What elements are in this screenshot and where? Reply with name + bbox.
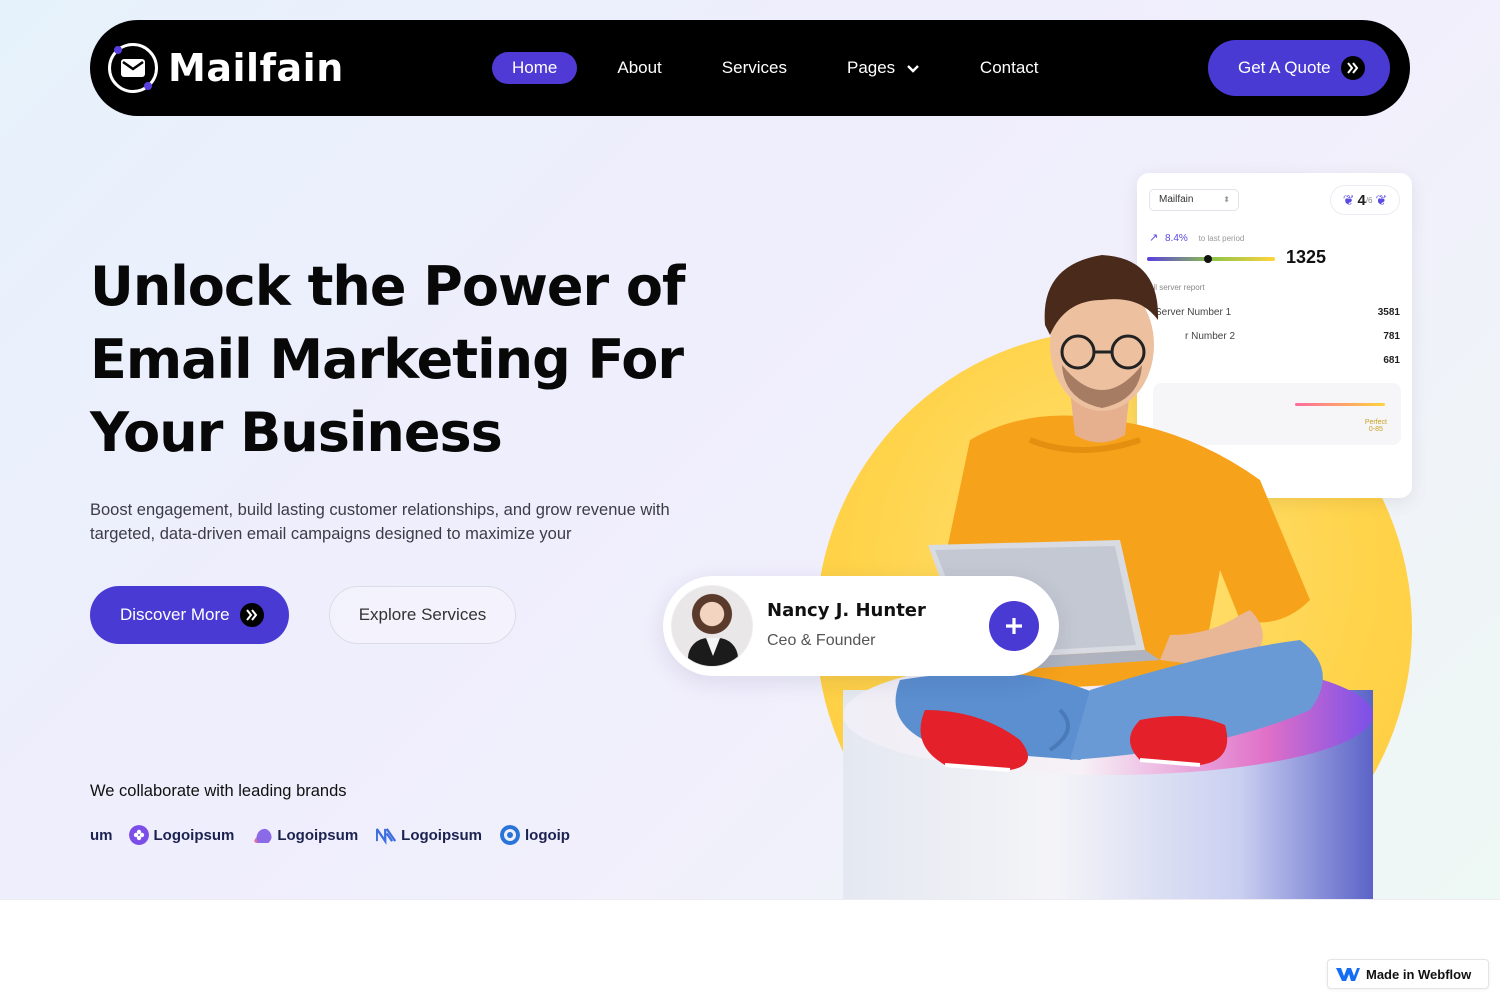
get-quote-label: Get A Quote <box>1238 58 1331 77</box>
brand-name: Logoipsum <box>277 826 359 844</box>
made-in-webflow-badge[interactable]: Made in Webflow <box>1327 959 1489 989</box>
account-select[interactable]: Mailfain ⬍ <box>1149 189 1239 211</box>
hero-headline: Unlock the Power of Email Marketing For … <box>90 250 710 469</box>
webflow-logo-icon <box>1336 968 1360 981</box>
brand-name: Logoipsum <box>401 826 482 844</box>
webflow-badge-label: Made in Webflow <box>1366 966 1472 982</box>
select-arrows-icon: ⬍ <box>1223 195 1230 204</box>
brands-label: We collaborate with leading brands <box>90 782 347 800</box>
chevron-down-icon <box>907 64 919 73</box>
brand-logo: Logoipsum <box>252 825 358 845</box>
brand-logo: logoips <box>499 825 570 845</box>
discover-more-button[interactable]: Discover More <box>90 586 289 644</box>
account-select-value: Mailfain <box>1159 194 1194 205</box>
nav-pages-label: Pages <box>846 58 896 77</box>
brands-carousel: um Logoipsum Logoipsum Logoipsum logoips <box>90 820 570 850</box>
explore-services-button[interactable]: Explore Services <box>329 586 516 644</box>
laurel-left-icon: ❦ <box>1342 191 1355 208</box>
double-chevron-right-icon <box>239 603 264 627</box>
brand-name: Mailfain <box>168 46 344 90</box>
navbar: Mailfain Home About Services Pages Conta… <box>90 20 1410 116</box>
profile-name: Nancy J. Hunter <box>767 600 926 621</box>
brand-logo: um <box>90 826 113 844</box>
rating-value: 4 <box>1357 191 1366 209</box>
get-quote-button[interactable]: Get A Quote <box>1208 40 1390 96</box>
brand-logo: Logoipsum <box>376 825 482 845</box>
headline-line-3: Your Business <box>90 401 503 464</box>
double-chevron-right-icon <box>1340 56 1365 80</box>
headline-line-1: Unlock the Power of <box>90 255 686 318</box>
discover-more-label: Discover More <box>120 605 230 624</box>
plus-icon <box>1006 618 1022 634</box>
rating-badge: ❦ 4 /6 ❦ <box>1330 185 1400 215</box>
logo[interactable]: Mailfain <box>108 42 344 94</box>
nav-pages[interactable]: Pages <box>827 52 940 84</box>
logoipsum-icon <box>499 825 520 845</box>
laurel-right-icon: ❦ <box>1375 191 1388 208</box>
nav-contact[interactable]: Contact <box>960 52 1059 84</box>
hero-section: Mailfain Home About Services Pages Conta… <box>0 0 1500 900</box>
hero-subtext: Boost engagement, build lasting customer… <box>90 501 670 543</box>
logoipsum-icon <box>128 825 149 845</box>
profile-card: Nancy J. Hunter Ceo & Founder <box>663 576 1059 676</box>
rating-max: /6 <box>1365 195 1373 205</box>
nav-services[interactable]: Services <box>702 52 807 84</box>
main-menu: Home About Services Pages Contact <box>492 52 1079 84</box>
logoipsum-icon <box>254 828 272 843</box>
man-with-laptop-image <box>895 255 1323 772</box>
nav-home[interactable]: Home <box>492 52 578 84</box>
avatar <box>671 585 753 667</box>
plus-button[interactable] <box>989 601 1039 651</box>
envelope-logo-icon <box>108 43 158 93</box>
profile-role: Ceo & Founder <box>767 632 876 649</box>
brand-name: Logoipsum <box>153 826 235 844</box>
nav-about[interactable]: About <box>597 52 681 84</box>
brand-name: logoips <box>524 826 570 844</box>
headline-line-2: Email Marketing For <box>90 328 684 391</box>
logoipsum-icon <box>376 828 397 845</box>
brand-logo: Logoipsum <box>128 825 235 845</box>
